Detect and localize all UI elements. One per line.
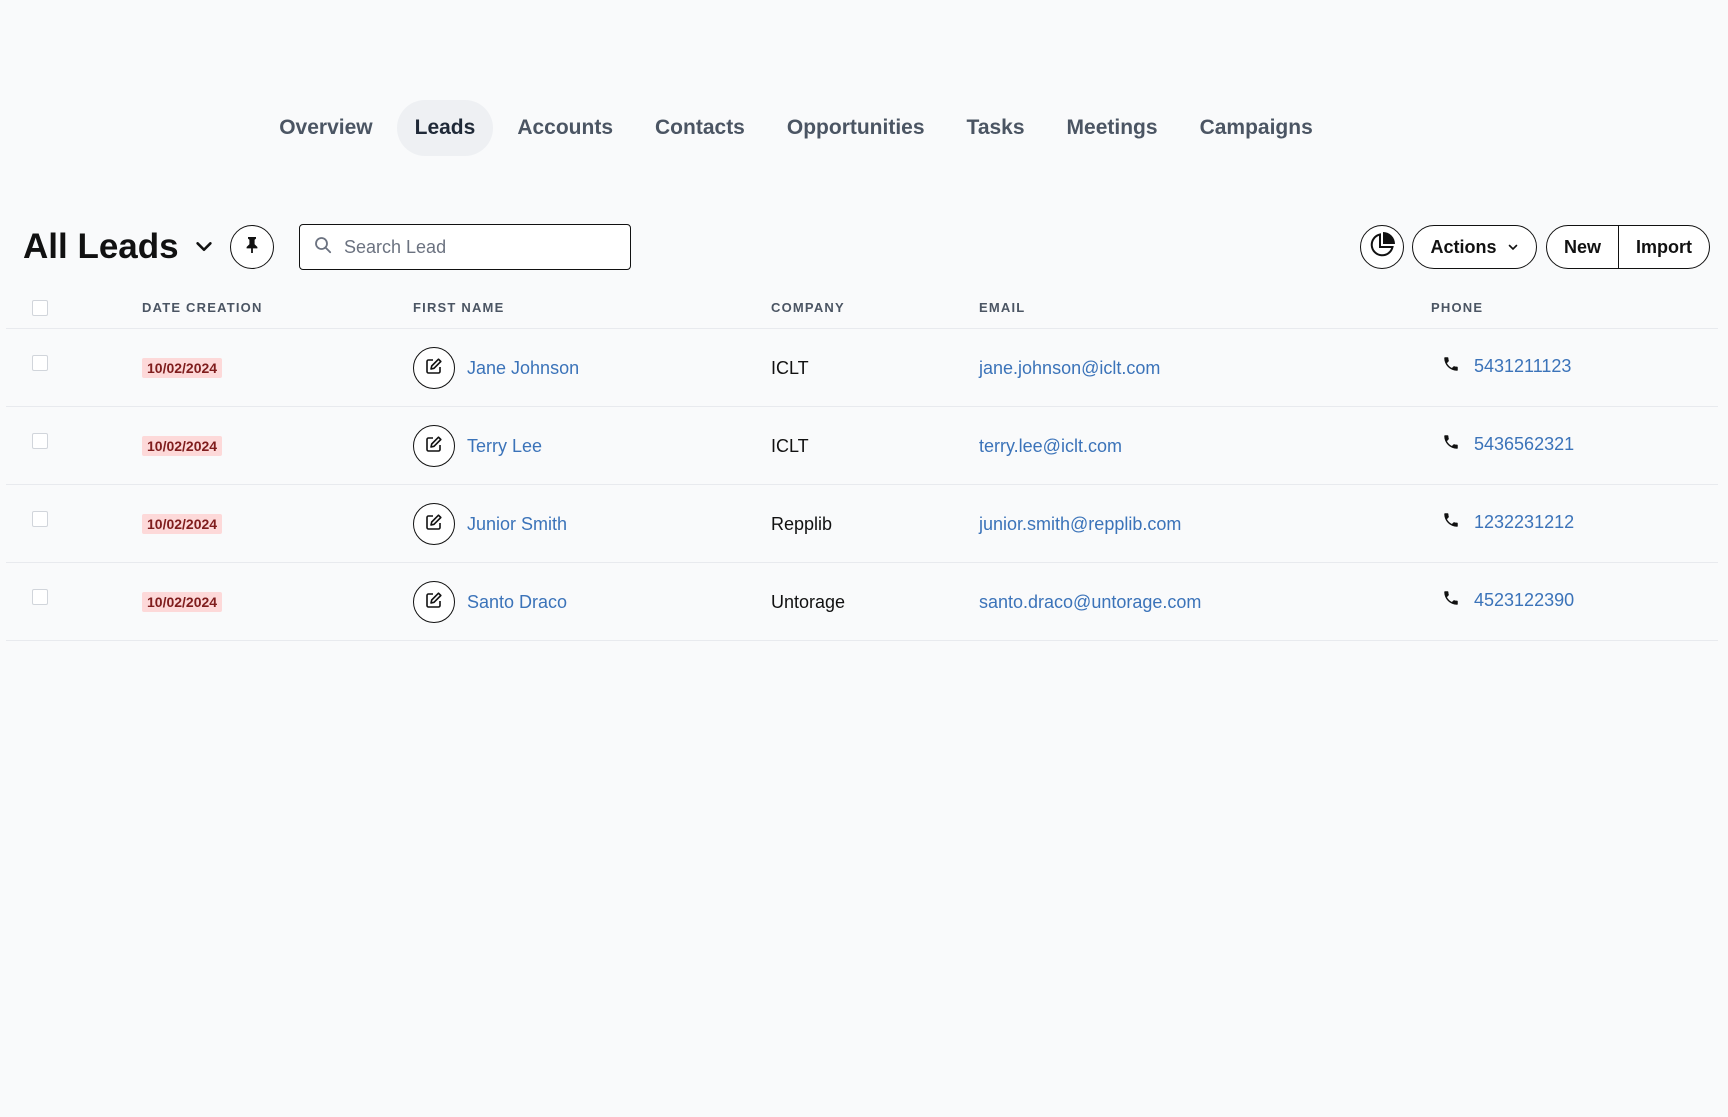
lead-name-link[interactable]: Terry Lee	[467, 436, 542, 457]
email-cell: jane.johnson@iclt.com	[979, 329, 1160, 407]
lead-name-link[interactable]: Junior Smith	[467, 514, 567, 535]
chevron-down-icon	[1507, 237, 1519, 258]
actions-dropdown-button[interactable]: Actions	[1412, 225, 1537, 269]
email-link[interactable]: junior.smith@repplib.com	[979, 514, 1181, 535]
lead-name-link[interactable]: Jane Johnson	[467, 358, 579, 379]
table-row: 10/02/2024 Santo Draco Untorage santo.dr…	[6, 563, 1718, 641]
row-checkbox[interactable]	[32, 433, 48, 449]
edit-button[interactable]	[413, 581, 455, 623]
phone-cell: 5431211123	[1442, 329, 1571, 407]
import-button[interactable]: Import	[1618, 226, 1709, 268]
email-cell: terry.lee@iclt.com	[979, 407, 1122, 485]
tab-accounts[interactable]: Accounts	[499, 100, 631, 156]
phone-icon[interactable]	[1442, 511, 1460, 534]
column-header-date-creation[interactable]: DATE CREATION	[142, 300, 263, 315]
edit-button[interactable]	[413, 425, 455, 467]
pin-button[interactable]	[230, 225, 274, 269]
column-header-first-name[interactable]: FIRST NAME	[413, 300, 504, 315]
edit-button[interactable]	[413, 347, 455, 389]
date-cell: 10/02/2024	[142, 407, 223, 485]
lead-name-link[interactable]: Santo Draco	[467, 592, 567, 613]
table-row: 10/02/2024 Terry Lee ICLT terry.lee@iclt…	[6, 407, 1718, 485]
tab-campaigns[interactable]: Campaigns	[1182, 100, 1331, 156]
column-header-company[interactable]: COMPANY	[771, 300, 845, 315]
list-view-selector[interactable]: All Leads	[23, 224, 215, 270]
search-input[interactable]	[342, 235, 612, 259]
actions-label: Actions	[1430, 236, 1497, 257]
page-title: All Leads	[23, 227, 179, 266]
tab-contacts[interactable]: Contacts	[637, 100, 763, 156]
table-row: 10/02/2024 Jane Johnson ICLT jane.johnso…	[6, 329, 1718, 407]
tab-overview[interactable]: Overview	[261, 100, 390, 156]
search-field[interactable]	[299, 224, 631, 270]
edit-button[interactable]	[413, 503, 455, 545]
email-cell: junior.smith@repplib.com	[979, 485, 1181, 563]
create-button-group: New Import	[1546, 225, 1711, 269]
select-all-checkbox[interactable]	[32, 300, 48, 316]
phone-link[interactable]: 1232231212	[1474, 512, 1574, 533]
date-badge: 10/02/2024	[142, 358, 223, 378]
column-header-phone[interactable]: PHONE	[1431, 300, 1483, 315]
main-nav: Overview Leads Accounts Contacts Opportu…	[0, 100, 1728, 156]
row-checkbox[interactable]	[32, 511, 48, 527]
company-cell: Untorage	[771, 591, 846, 612]
phone-link[interactable]: 5431211123	[1474, 356, 1571, 377]
date-badge: 10/02/2024	[142, 514, 223, 534]
phone-icon[interactable]	[1442, 355, 1460, 378]
date-badge: 10/02/2024	[142, 592, 223, 612]
date-cell: 10/02/2024	[142, 563, 223, 641]
toolbar: All Leads Actions	[0, 224, 1728, 270]
email-cell: santo.draco@untorage.com	[979, 563, 1201, 641]
phone-cell: 5436562321	[1442, 407, 1574, 485]
nav-tabs: Overview Leads Accounts Contacts Opportu…	[261, 100, 1331, 156]
company-cell: Repplib	[771, 513, 833, 534]
name-cell: Jane Johnson	[413, 329, 579, 407]
tab-meetings[interactable]: Meetings	[1049, 100, 1176, 156]
row-checkbox[interactable]	[32, 589, 48, 605]
name-cell: Junior Smith	[413, 485, 567, 563]
company-cell: ICLT	[771, 435, 809, 456]
company-cell: ICLT	[771, 357, 809, 378]
date-cell: 10/02/2024	[142, 485, 223, 563]
table-row: 10/02/2024 Junior Smith Repplib junior.s…	[6, 485, 1718, 563]
date-cell: 10/02/2024	[142, 329, 223, 407]
chevron-down-icon	[193, 227, 215, 267]
edit-icon	[425, 357, 443, 380]
phone-icon[interactable]	[1442, 589, 1460, 612]
leads-table: DATE CREATION FIRST NAME COMPANY EMAIL P…	[6, 290, 1718, 641]
tab-opportunities[interactable]: Opportunities	[769, 100, 943, 156]
tab-tasks[interactable]: Tasks	[949, 100, 1043, 156]
phone-cell: 4523122390	[1442, 563, 1574, 641]
pin-icon	[244, 236, 260, 259]
edit-icon	[425, 513, 443, 536]
edit-icon	[425, 591, 443, 614]
row-checkbox[interactable]	[32, 355, 48, 371]
email-link[interactable]: jane.johnson@iclt.com	[979, 358, 1160, 379]
date-badge: 10/02/2024	[142, 436, 223, 456]
column-header-email[interactable]: EMAIL	[979, 300, 1025, 315]
tab-leads[interactable]: Leads	[396, 100, 494, 156]
new-button[interactable]: New	[1547, 226, 1618, 268]
name-cell: Santo Draco	[413, 563, 567, 641]
phone-icon[interactable]	[1442, 433, 1460, 456]
phone-link[interactable]: 5436562321	[1474, 434, 1574, 455]
pie-chart-icon	[1367, 230, 1397, 265]
search-icon	[314, 236, 332, 259]
email-link[interactable]: terry.lee@iclt.com	[979, 436, 1122, 457]
table-header: DATE CREATION FIRST NAME COMPANY EMAIL P…	[6, 290, 1718, 329]
edit-icon	[425, 435, 443, 458]
phone-link[interactable]: 4523122390	[1474, 590, 1574, 611]
email-link[interactable]: santo.draco@untorage.com	[979, 592, 1201, 613]
phone-cell: 1232231212	[1442, 485, 1574, 563]
name-cell: Terry Lee	[413, 407, 542, 485]
chart-view-button[interactable]	[1360, 225, 1404, 269]
